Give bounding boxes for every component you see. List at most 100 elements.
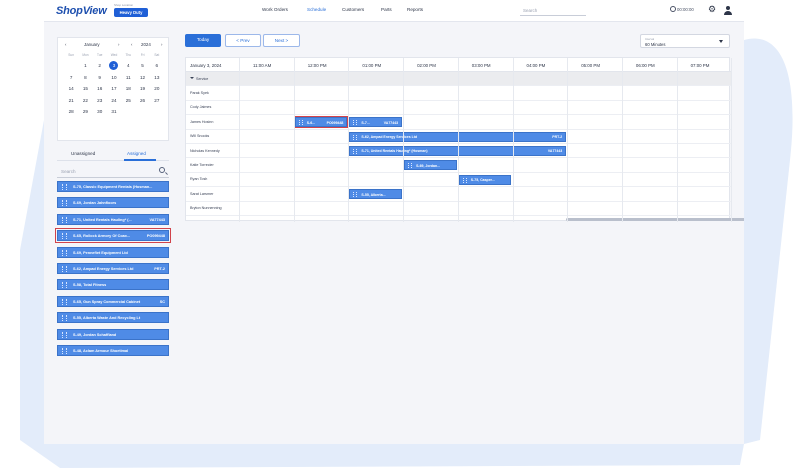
calendar-day[interactable]: 5 (135, 60, 149, 72)
tenant-badge[interactable]: Heavy Duty (114, 8, 148, 17)
calendar-day[interactable]: 11 (121, 72, 135, 84)
horizontal-scrollbar[interactable] (566, 218, 744, 221)
app-logo[interactable]: ShopView (56, 5, 107, 17)
next-year-icon[interactable]: › (161, 42, 162, 47)
scheduled-event[interactable]: S-69, Jordan... (404, 160, 457, 171)
calendar-day[interactable]: 15 (78, 83, 92, 95)
event-title: S-75, Casper... (470, 178, 495, 183)
tenant-selector[interactable]: Shop Location Heavy Duty (114, 3, 148, 17)
work-order-card[interactable]: S-71, United Rentals Hauling* (... VA7744… (57, 213, 169, 225)
mini-calendar: ‹ January › ‹ 2024 › Sun Mon Tue Wed Thu… (57, 37, 169, 141)
calendar-day-selected[interactable]: 3 (107, 60, 121, 72)
weekday-label: Mon (82, 53, 89, 57)
work-order-card[interactable]: S-55, Alberta Waste And Recycling Lt (57, 312, 169, 324)
global-search-input[interactable]: Search (520, 5, 586, 16)
calendar-day[interactable]: 16 (93, 83, 107, 95)
calendar-day[interactable]: 8 (78, 72, 92, 84)
calendar-day[interactable]: 1 (78, 60, 92, 72)
calendar-day[interactable]: 26 (135, 95, 149, 107)
next-day-button[interactable]: Next > (263, 34, 300, 47)
drag-handle-icon[interactable] (62, 315, 67, 322)
drag-handle-icon[interactable] (62, 249, 67, 256)
interval-select[interactable]: Interval 60 Minutes (640, 34, 730, 48)
drag-handle-icon[interactable] (298, 120, 303, 126)
work-order-card[interactable]: S-65, Rollock Armory Of Coax... PO099448 (55, 228, 171, 244)
drag-handle-icon[interactable] (353, 134, 358, 140)
work-order-title: S-58, Total Fitness (73, 283, 107, 288)
calendar-day[interactable]: 22 (78, 95, 92, 107)
calendar-day[interactable]: 2 (93, 60, 107, 72)
calendar-year[interactable]: 2024 (141, 42, 151, 47)
work-order-card[interactable]: S-58, Total Fitness (57, 279, 169, 291)
calendar-day[interactable]: 24 (107, 95, 121, 107)
calendar-day[interactable]: 9 (93, 72, 107, 84)
calendar-day[interactable]: 14 (64, 83, 78, 95)
drag-handle-icon[interactable] (408, 163, 413, 169)
calendar-day[interactable]: 29 (78, 106, 92, 118)
prev-month-icon[interactable]: ‹ (65, 42, 66, 47)
calendar-day[interactable]: 19 (135, 83, 149, 95)
nav-parts[interactable]: Parts (381, 7, 392, 12)
work-order-card[interactable]: S-75, Classic Equipment Rentals (Hosman.… (57, 181, 169, 192)
work-order-card[interactable]: S-69, Pennefiet Equipment Ltd (57, 246, 169, 258)
next-month-icon[interactable]: › (118, 42, 119, 47)
work-order-card[interactable]: S-48, Aclam Armour Shoetimal (57, 344, 169, 356)
calendar-day[interactable]: 20 (150, 83, 164, 95)
nav-work-orders[interactable]: Work Orders (262, 7, 288, 12)
calendar-day[interactable]: 30 (93, 106, 107, 118)
scheduled-event[interactable]: S-7... VA77443 (349, 117, 403, 128)
drag-handle-icon[interactable] (62, 331, 67, 338)
calendar-day[interactable]: 31 (107, 106, 121, 118)
gear-icon[interactable]: ⚙ (708, 5, 716, 14)
prev-day-button[interactable]: < Prev (225, 34, 261, 47)
today-button[interactable]: Today (185, 34, 221, 47)
clock-timer[interactable]: 00:00:00 (670, 6, 694, 12)
work-order-card[interactable]: S-62, Ampad Energy Services Ltd PRT-2 (57, 262, 169, 274)
calendar-day[interactable]: 6 (150, 60, 164, 72)
drag-handle-icon[interactable] (62, 200, 67, 207)
work-order-title: S-69, Jordan Jahnfloors (73, 201, 117, 206)
nav-schedule[interactable]: Schedule (307, 7, 326, 12)
calendar-day[interactable]: 17 (107, 83, 121, 95)
calendar-month[interactable]: January (84, 42, 100, 47)
calendar-day[interactable]: 4 (121, 60, 135, 72)
nav-customers[interactable]: Customers (342, 7, 364, 12)
drag-handle-icon[interactable] (62, 184, 67, 190)
calendar-day[interactable]: 25 (121, 95, 135, 107)
technician-name: Bryton Nunnenning (190, 206, 222, 210)
drag-handle-icon[interactable] (462, 177, 467, 183)
calendar-day[interactable]: 10 (107, 72, 121, 84)
drag-handle-icon[interactable] (62, 265, 67, 272)
work-order-card[interactable]: S-69, Jordan Jahnfloors (57, 197, 169, 209)
calendar-day[interactable]: 21 (64, 95, 78, 107)
tab-assigned[interactable]: Assigned (127, 151, 146, 156)
scheduled-event[interactable]: S-55, Alberta... (349, 189, 403, 200)
work-order-card[interactable]: S-65, Gun Spray Commercial Cabinet SC (57, 295, 169, 307)
drag-handle-icon[interactable] (62, 282, 67, 289)
prev-year-icon[interactable]: ‹ (131, 42, 132, 47)
user-icon[interactable] (724, 6, 732, 15)
calendar-day[interactable]: 7 (64, 72, 78, 84)
drag-handle-icon[interactable] (62, 298, 67, 305)
drag-handle-icon[interactable] (353, 149, 358, 154)
drag-handle-icon[interactable] (353, 120, 358, 126)
calendar-day[interactable]: 13 (150, 72, 164, 84)
drag-handle-icon[interactable] (353, 192, 358, 198)
tab-unassigned[interactable]: Unassigned (71, 151, 95, 156)
chevron-down-icon[interactable] (190, 77, 194, 79)
calendar-day[interactable]: 18 (121, 83, 135, 95)
drag-handle-icon[interactable] (62, 347, 67, 354)
drag-handle-icon[interactable] (62, 216, 67, 223)
drag-handle-icon[interactable] (62, 233, 67, 240)
panel-search-input[interactable]: Search (57, 165, 169, 178)
scheduled-event[interactable]: S-6... PO099448 (293, 115, 349, 129)
scheduled-event[interactable]: S-75, Casper... (458, 174, 512, 185)
calendar-day[interactable]: 12 (135, 72, 149, 84)
search-icon[interactable] (159, 167, 165, 173)
active-tab-indicator (124, 159, 156, 161)
calendar-day[interactable]: 23 (93, 95, 107, 107)
work-order-card[interactable]: S-49, Jordan Schaffland (57, 328, 169, 340)
calendar-day[interactable]: 27 (150, 95, 164, 107)
nav-reports[interactable]: Reports (407, 7, 423, 12)
calendar-day[interactable]: 28 (64, 106, 78, 118)
